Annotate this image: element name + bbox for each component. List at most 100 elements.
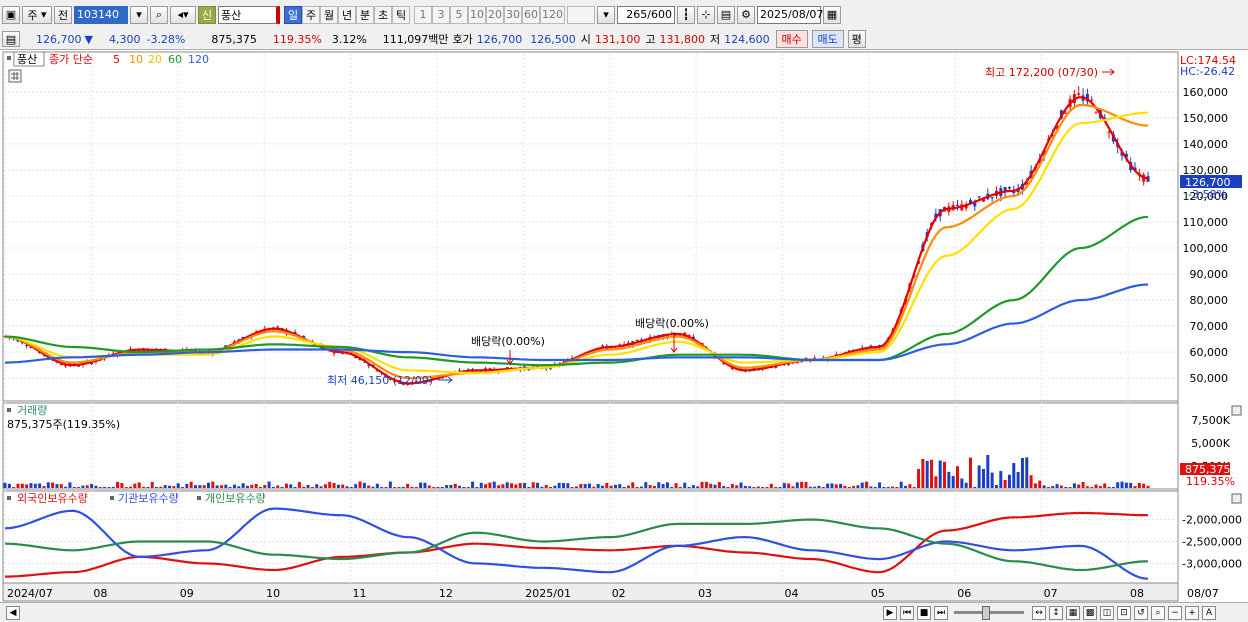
- holding-legend-foreign: 외국인보유수량: [17, 492, 88, 505]
- volume-bar: [33, 483, 37, 488]
- open-price: 131,100: [594, 32, 641, 46]
- volume-bar: [635, 487, 639, 488]
- volume-bar: [159, 486, 163, 488]
- volume-bar: [605, 482, 609, 488]
- grid-toggle-icon[interactable]: [8, 69, 22, 83]
- speaker-icon[interactable]: ◂▾: [170, 5, 196, 24]
- interval-1[interactable]: 1: [414, 5, 432, 24]
- magnify-icon[interactable]: ⌕: [1151, 605, 1165, 620]
- buy-button[interactable]: 매수: [775, 30, 808, 48]
- trade-amount: 111,097백만: [382, 33, 449, 46]
- gear-icon[interactable]: ⚙: [737, 5, 755, 24]
- volume-bar: [479, 482, 483, 488]
- volume-bar: [843, 485, 847, 488]
- save-icon[interactable]: ▤: [717, 5, 735, 24]
- volume-bar: [791, 486, 795, 488]
- scroll-right-icon[interactable]: ▶: [883, 605, 897, 620]
- zoom-in-icon[interactable]: +: [1185, 605, 1199, 620]
- credit-badge[interactable]: 신: [198, 5, 216, 24]
- high-annotation: 최고 172,200 (07/30): [985, 66, 1098, 79]
- scroll-left-icon[interactable]: ◀: [6, 605, 20, 620]
- tab-day[interactable]: 일: [284, 5, 302, 24]
- tool-3-icon[interactable]: ▦: [1066, 605, 1080, 620]
- interval-60[interactable]: 60: [522, 5, 540, 24]
- market-dropdown[interactable]: 주 ▾: [22, 5, 52, 24]
- interval-5[interactable]: 5: [450, 5, 468, 24]
- volume-bar: [540, 486, 544, 488]
- stock-name-field[interactable]: 풍산: [218, 5, 280, 24]
- date-tick-label: 2024/07: [7, 587, 53, 600]
- zoom-out-icon[interactable]: −: [1168, 605, 1182, 620]
- tab-tick[interactable]: 틱: [392, 5, 410, 24]
- price-candle-body: [1090, 99, 1094, 101]
- volume-bar: [388, 481, 392, 488]
- holding-tick-label: -3,000,000: [1182, 557, 1242, 570]
- chart-area[interactable]: 50,00060,00070,00080,00090,000100,000110…: [0, 50, 1248, 602]
- volume-bar: [717, 481, 721, 488]
- code-dropdown-icon[interactable]: ▾: [130, 5, 148, 24]
- interval-30[interactable]: 30: [504, 5, 522, 24]
- interval-3[interactable]: 3: [432, 5, 450, 24]
- volume-bar: [536, 482, 540, 488]
- volume-bar: [826, 483, 830, 488]
- volume-bar: [263, 485, 267, 488]
- stock-code-input[interactable]: 103140: [74, 5, 128, 24]
- volume-last-pct: 119.35%: [1186, 475, 1235, 488]
- volume-bar: [176, 483, 180, 488]
- tool-5-icon[interactable]: ◫: [1100, 605, 1114, 620]
- stop-icon[interactable]: ■: [917, 605, 931, 620]
- tool-2-icon[interactable]: ↕: [1049, 605, 1063, 620]
- volume-bar: [168, 485, 172, 488]
- legend-ma-20: 20: [148, 53, 162, 66]
- tool-6-icon[interactable]: ⊡: [1117, 605, 1131, 620]
- jeon-button[interactable]: 전: [54, 5, 72, 24]
- interval-20[interactable]: 20: [486, 5, 504, 24]
- crosshair-icon[interactable]: ⊹: [697, 5, 715, 24]
- sell-button[interactable]: 매도: [811, 30, 844, 48]
- volume-bar: [713, 484, 717, 488]
- volume-bar: [393, 487, 397, 488]
- date-input[interactable]: 2025/08/07: [757, 5, 823, 24]
- volume-bar: [968, 457, 972, 488]
- volume-bar: [752, 487, 756, 488]
- tab-month[interactable]: 월: [320, 5, 338, 24]
- interval-dropdown-icon[interactable]: ▾: [597, 5, 615, 24]
- tool-1-icon[interactable]: ↔: [1032, 605, 1046, 620]
- tool-7-icon[interactable]: ↺: [1134, 605, 1148, 620]
- search-icon[interactable]: ⌕: [150, 5, 168, 24]
- interval-120[interactable]: 120: [540, 5, 565, 24]
- window-icon[interactable]: ▣: [2, 5, 20, 24]
- volume-bar: [1103, 483, 1107, 488]
- tool-4-icon[interactable]: ▩: [1083, 605, 1097, 620]
- zoom-slider[interactable]: [954, 606, 1024, 620]
- holding-close-icon[interactable]: [1231, 493, 1242, 504]
- volume-bar: [371, 486, 375, 488]
- volume-close-icon[interactable]: [1231, 405, 1242, 416]
- quote-toggle-icon[interactable]: ▤: [2, 31, 20, 47]
- tab-second[interactable]: 초: [374, 5, 392, 24]
- zoom-slider-handle[interactable]: [982, 606, 990, 620]
- volume-bar: [1120, 481, 1124, 488]
- volume-bar: [410, 486, 414, 488]
- tab-year[interactable]: 년: [338, 5, 356, 24]
- volume-bar: [510, 483, 514, 488]
- volume-bar: [587, 483, 591, 488]
- last-page-icon[interactable]: ⏭: [934, 605, 948, 620]
- volume-bar: [817, 485, 821, 488]
- font-size-icon[interactable]: A: [1202, 605, 1216, 620]
- calendar-icon[interactable]: ▦: [823, 5, 841, 24]
- evaluate-button[interactable]: 평: [847, 30, 866, 48]
- volume-bar: [336, 484, 340, 488]
- price-tick-label: 100,000: [1183, 242, 1229, 255]
- candle-icon[interactable]: ┇: [677, 5, 695, 24]
- interval-custom-input[interactable]: [567, 5, 595, 24]
- volume-bar: [1146, 485, 1150, 488]
- first-page-icon[interactable]: ⏮: [900, 605, 914, 620]
- count-field[interactable]: 265/600: [617, 5, 675, 24]
- tab-week[interactable]: 주: [302, 5, 320, 24]
- volume-bar: [852, 486, 856, 488]
- tab-minute[interactable]: 분: [356, 5, 374, 24]
- volume-bar: [497, 485, 501, 488]
- interval-10[interactable]: 10: [468, 5, 486, 24]
- volume-bar: [1133, 486, 1137, 488]
